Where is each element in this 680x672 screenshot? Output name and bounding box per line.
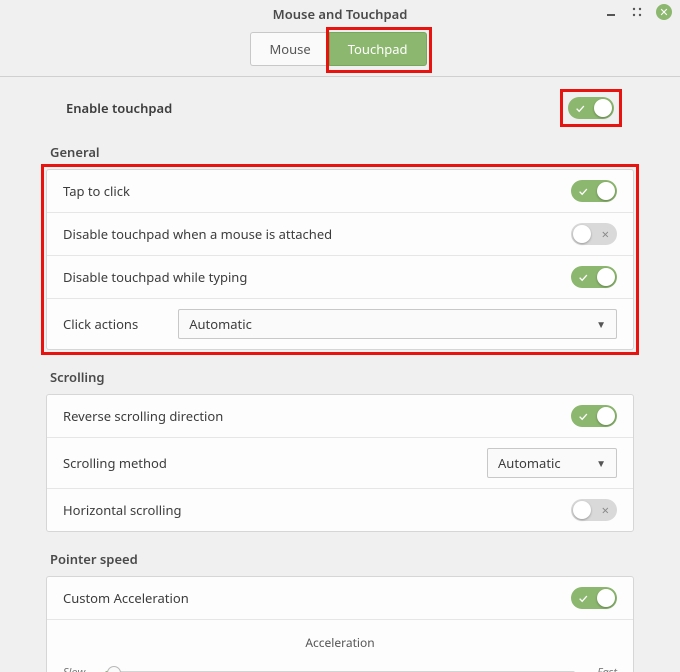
scrolling-method-selected: Automatic [498,454,561,472]
disable-mouse-attached-toggle[interactable] [571,223,617,245]
custom-accel-label: Custom Acceleration [63,589,189,607]
maximize-icon[interactable] [630,5,644,19]
reverse-scrolling-label: Reverse scrolling direction [63,407,223,425]
tap-to-click-toggle[interactable] [571,180,617,202]
accel-min-label: Slow [63,665,95,672]
disable-mouse-attached-row: Disable touchpad when a mouse is attache… [47,213,633,256]
disable-while-typing-row: Disable touchpad while typing [47,256,633,299]
scrolling-method-row: Scrolling method Automatic ▼ [47,438,633,489]
content-area: Enable touchpad General Tap to click Dis… [0,77,680,672]
general-section-title: General [50,143,634,161]
disable-mouse-attached-label: Disable touchpad when a mouse is attache… [63,225,332,243]
click-actions-label: Click actions [63,315,138,333]
click-actions-dropdown[interactable]: Automatic ▼ [178,309,617,339]
window-controls: ✕ [604,4,672,20]
click-actions-selected: Automatic [189,315,252,333]
pointer-panel: Custom Acceleration Acceleration Slow Fa… [46,576,634,672]
accel-slider-row: Acceleration Slow Fast [47,620,633,672]
scrolling-panel: Reverse scrolling direction Scrolling me… [46,394,634,532]
custom-accel-row: Custom Acceleration [47,577,633,620]
custom-accel-toggle[interactable] [571,587,617,609]
reverse-scrolling-toggle[interactable] [571,405,617,427]
reverse-scrolling-row: Reverse scrolling direction [47,395,633,438]
accel-max-label: Fast [585,665,617,672]
general-panel: Tap to click Disable touchpad when a mou… [46,169,634,350]
tab-bar: Mouse Touchpad [0,28,680,77]
enable-touchpad-label: Enable touchpad [66,99,172,117]
scrolling-section-title: Scrolling [50,368,634,386]
window-title: Mouse and Touchpad [273,5,408,23]
horizontal-scrolling-row: Horizontal scrolling [47,489,633,531]
pointer-section-title: Pointer speed [50,550,634,568]
titlebar: Mouse and Touchpad ✕ [0,0,680,28]
enable-touchpad-row: Enable touchpad [66,97,614,119]
click-actions-row: Click actions Automatic ▼ [47,299,633,349]
disable-while-typing-toggle[interactable] [571,266,617,288]
tap-to-click-row: Tap to click [47,170,633,213]
scrolling-method-label: Scrolling method [63,454,167,472]
disable-while-typing-label: Disable touchpad while typing [63,268,247,286]
close-icon[interactable]: ✕ [656,4,672,20]
enable-touchpad-toggle[interactable] [568,97,614,119]
chevron-down-icon: ▼ [596,456,606,470]
horizontal-scrolling-label: Horizontal scrolling [63,501,181,519]
tap-to-click-label: Tap to click [63,182,130,200]
horizontal-scrolling-toggle[interactable] [571,499,617,521]
minimize-icon[interactable] [604,5,618,19]
accel-title: Acceleration [63,630,617,657]
tab-mouse[interactable]: Mouse [250,32,328,66]
tab-touchpad[interactable]: Touchpad [329,32,427,66]
chevron-down-icon: ▼ [596,317,606,331]
scrolling-method-dropdown[interactable]: Automatic ▼ [487,448,617,478]
